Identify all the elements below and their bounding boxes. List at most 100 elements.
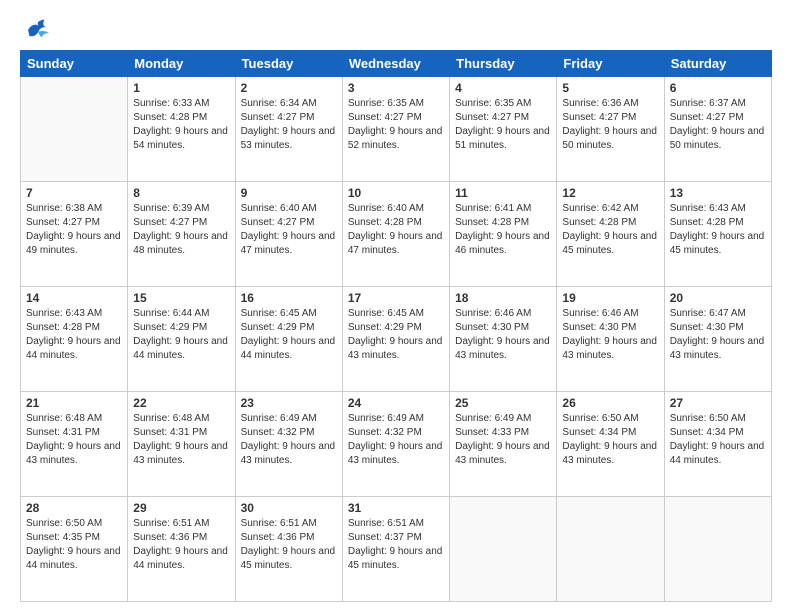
calendar-cell [21,77,128,182]
day-number: 22 [133,396,229,410]
weekday-header: Sunday [21,51,128,77]
day-info: Sunrise: 6:50 AMSunset: 4:34 PMDaylight:… [562,412,658,468]
weekday-header-row: SundayMondayTuesdayWednesdayThursdayFrid… [21,51,772,77]
calendar-cell: 16 Sunrise: 6:45 AMSunset: 4:29 PMDaylig… [235,287,342,392]
day-info: Sunrise: 6:47 AMSunset: 4:30 PMDaylight:… [670,307,766,363]
calendar-week-row: 14 Sunrise: 6:43 AMSunset: 4:28 PMDaylig… [21,287,772,392]
calendar-cell [450,497,557,602]
calendar-cell: 30 Sunrise: 6:51 AMSunset: 4:36 PMDaylig… [235,497,342,602]
calendar-cell [557,497,664,602]
calendar-cell: 12 Sunrise: 6:42 AMSunset: 4:28 PMDaylig… [557,182,664,287]
calendar-cell: 18 Sunrise: 6:46 AMSunset: 4:30 PMDaylig… [450,287,557,392]
day-info: Sunrise: 6:40 AMSunset: 4:28 PMDaylight:… [348,202,444,258]
day-info: Sunrise: 6:49 AMSunset: 4:33 PMDaylight:… [455,412,551,468]
day-info: Sunrise: 6:44 AMSunset: 4:29 PMDaylight:… [133,307,229,363]
day-number: 10 [348,186,444,200]
calendar-cell: 10 Sunrise: 6:40 AMSunset: 4:28 PMDaylig… [342,182,449,287]
calendar-cell: 9 Sunrise: 6:40 AMSunset: 4:27 PMDayligh… [235,182,342,287]
day-number: 16 [241,291,337,305]
day-info: Sunrise: 6:43 AMSunset: 4:28 PMDaylight:… [26,307,122,363]
day-number: 26 [562,396,658,410]
day-number: 31 [348,501,444,515]
day-number: 14 [26,291,122,305]
day-number: 20 [670,291,766,305]
day-info: Sunrise: 6:40 AMSunset: 4:27 PMDaylight:… [241,202,337,258]
logo-bird-icon [22,16,52,44]
day-number: 21 [26,396,122,410]
day-number: 2 [241,81,337,95]
day-number: 3 [348,81,444,95]
weekday-header: Monday [128,51,235,77]
day-info: Sunrise: 6:46 AMSunset: 4:30 PMDaylight:… [562,307,658,363]
day-number: 24 [348,396,444,410]
day-number: 13 [670,186,766,200]
day-info: Sunrise: 6:34 AMSunset: 4:27 PMDaylight:… [241,97,337,153]
day-info: Sunrise: 6:49 AMSunset: 4:32 PMDaylight:… [348,412,444,468]
calendar-week-row: 7 Sunrise: 6:38 AMSunset: 4:27 PMDayligh… [21,182,772,287]
day-info: Sunrise: 6:50 AMSunset: 4:34 PMDaylight:… [670,412,766,468]
calendar-cell: 26 Sunrise: 6:50 AMSunset: 4:34 PMDaylig… [557,392,664,497]
calendar-cell: 29 Sunrise: 6:51 AMSunset: 4:36 PMDaylig… [128,497,235,602]
day-number: 25 [455,396,551,410]
day-info: Sunrise: 6:50 AMSunset: 4:35 PMDaylight:… [26,517,122,573]
calendar-cell: 4 Sunrise: 6:35 AMSunset: 4:27 PMDayligh… [450,77,557,182]
calendar-cell: 1 Sunrise: 6:33 AMSunset: 4:28 PMDayligh… [128,77,235,182]
day-number: 29 [133,501,229,515]
page: SundayMondayTuesdayWednesdayThursdayFrid… [0,0,792,612]
day-info: Sunrise: 6:36 AMSunset: 4:27 PMDaylight:… [562,97,658,153]
calendar-cell: 3 Sunrise: 6:35 AMSunset: 4:27 PMDayligh… [342,77,449,182]
day-number: 8 [133,186,229,200]
day-number: 6 [670,81,766,95]
calendar-cell: 22 Sunrise: 6:48 AMSunset: 4:31 PMDaylig… [128,392,235,497]
day-info: Sunrise: 6:45 AMSunset: 4:29 PMDaylight:… [241,307,337,363]
weekday-header: Thursday [450,51,557,77]
day-number: 7 [26,186,122,200]
weekday-header: Saturday [664,51,771,77]
calendar-cell: 24 Sunrise: 6:49 AMSunset: 4:32 PMDaylig… [342,392,449,497]
day-info: Sunrise: 6:48 AMSunset: 4:31 PMDaylight:… [26,412,122,468]
day-number: 19 [562,291,658,305]
header [20,16,772,40]
day-number: 23 [241,396,337,410]
calendar-cell: 19 Sunrise: 6:46 AMSunset: 4:30 PMDaylig… [557,287,664,392]
day-number: 17 [348,291,444,305]
day-number: 18 [455,291,551,305]
day-number: 30 [241,501,337,515]
calendar-cell: 25 Sunrise: 6:49 AMSunset: 4:33 PMDaylig… [450,392,557,497]
calendar-cell: 11 Sunrise: 6:41 AMSunset: 4:28 PMDaylig… [450,182,557,287]
day-info: Sunrise: 6:35 AMSunset: 4:27 PMDaylight:… [455,97,551,153]
calendar-cell: 5 Sunrise: 6:36 AMSunset: 4:27 PMDayligh… [557,77,664,182]
logo [20,16,52,40]
weekday-header: Tuesday [235,51,342,77]
calendar-cell: 15 Sunrise: 6:44 AMSunset: 4:29 PMDaylig… [128,287,235,392]
calendar-cell: 2 Sunrise: 6:34 AMSunset: 4:27 PMDayligh… [235,77,342,182]
calendar-cell: 8 Sunrise: 6:39 AMSunset: 4:27 PMDayligh… [128,182,235,287]
day-number: 28 [26,501,122,515]
day-info: Sunrise: 6:51 AMSunset: 4:37 PMDaylight:… [348,517,444,573]
day-number: 27 [670,396,766,410]
day-info: Sunrise: 6:38 AMSunset: 4:27 PMDaylight:… [26,202,122,258]
day-info: Sunrise: 6:45 AMSunset: 4:29 PMDaylight:… [348,307,444,363]
day-info: Sunrise: 6:41 AMSunset: 4:28 PMDaylight:… [455,202,551,258]
day-info: Sunrise: 6:37 AMSunset: 4:27 PMDaylight:… [670,97,766,153]
day-info: Sunrise: 6:51 AMSunset: 4:36 PMDaylight:… [241,517,337,573]
day-number: 15 [133,291,229,305]
calendar-cell: 21 Sunrise: 6:48 AMSunset: 4:31 PMDaylig… [21,392,128,497]
weekday-header: Wednesday [342,51,449,77]
day-info: Sunrise: 6:48 AMSunset: 4:31 PMDaylight:… [133,412,229,468]
calendar-table: SundayMondayTuesdayWednesdayThursdayFrid… [20,50,772,602]
day-number: 1 [133,81,229,95]
calendar-cell: 20 Sunrise: 6:47 AMSunset: 4:30 PMDaylig… [664,287,771,392]
calendar-cell: 17 Sunrise: 6:45 AMSunset: 4:29 PMDaylig… [342,287,449,392]
calendar-cell: 14 Sunrise: 6:43 AMSunset: 4:28 PMDaylig… [21,287,128,392]
calendar-cell: 28 Sunrise: 6:50 AMSunset: 4:35 PMDaylig… [21,497,128,602]
calendar-week-row: 21 Sunrise: 6:48 AMSunset: 4:31 PMDaylig… [21,392,772,497]
day-info: Sunrise: 6:35 AMSunset: 4:27 PMDaylight:… [348,97,444,153]
day-info: Sunrise: 6:33 AMSunset: 4:28 PMDaylight:… [133,97,229,153]
calendar-cell: 27 Sunrise: 6:50 AMSunset: 4:34 PMDaylig… [664,392,771,497]
calendar-cell: 7 Sunrise: 6:38 AMSunset: 4:27 PMDayligh… [21,182,128,287]
weekday-header: Friday [557,51,664,77]
day-info: Sunrise: 6:46 AMSunset: 4:30 PMDaylight:… [455,307,551,363]
calendar-cell: 6 Sunrise: 6:37 AMSunset: 4:27 PMDayligh… [664,77,771,182]
day-number: 12 [562,186,658,200]
